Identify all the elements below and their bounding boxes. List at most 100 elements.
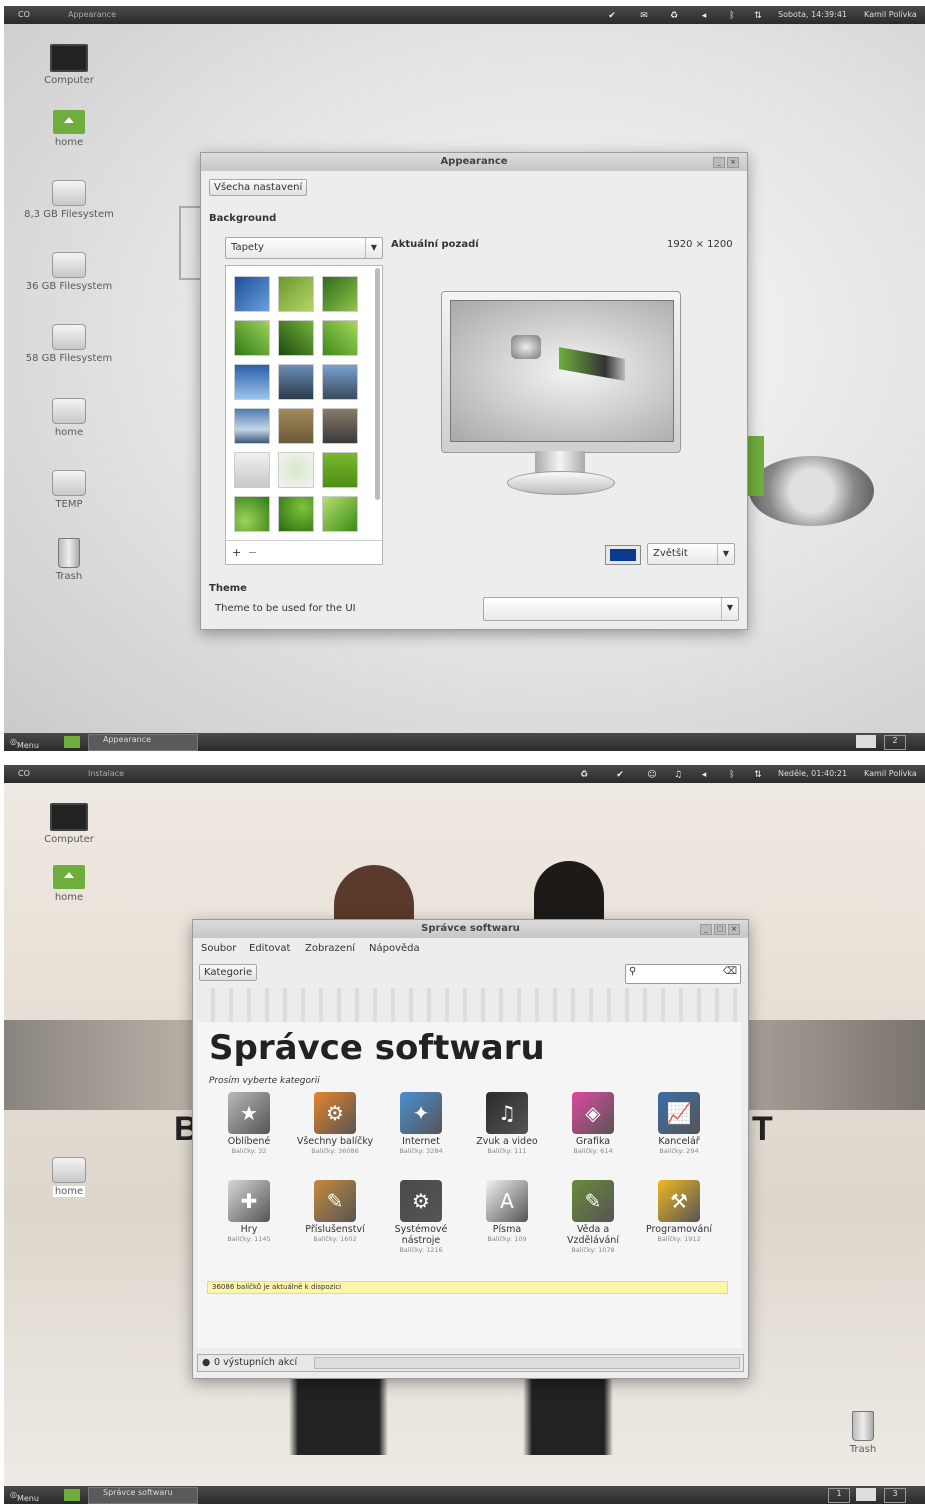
theme-combo[interactable]: ▼ xyxy=(483,597,739,621)
clock[interactable]: Sobota, 14:39:41 xyxy=(778,10,847,19)
network-icon[interactable]: ⇅ xyxy=(752,10,764,22)
user-menu[interactable]: Kamil Polívka xyxy=(864,10,917,19)
bluetooth-icon[interactable]: ᛒ xyxy=(726,10,738,22)
wallpaper-thumb[interactable] xyxy=(322,408,358,444)
show-desktop-icon[interactable] xyxy=(64,736,80,748)
taskbar-item-software-manager[interactable]: Správce softwaru xyxy=(88,1487,198,1504)
menu-zobrazeni[interactable]: Zobrazení xyxy=(305,943,355,954)
window-titlebar[interactable]: Správce softwaru _ □ × xyxy=(193,920,748,938)
category-name: Systémové nástroje xyxy=(394,1224,448,1246)
workspace-2[interactable]: 2 xyxy=(884,735,906,750)
desktop-icon-temp[interactable]: TEMP xyxy=(24,470,114,510)
menu-editovat[interactable]: Editovat xyxy=(249,943,290,954)
panel-logo[interactable]: CO xyxy=(18,10,30,19)
thumbnail-scrollbar[interactable] xyxy=(375,268,380,500)
wallpaper-thumb[interactable] xyxy=(234,364,270,400)
menu-soubor[interactable]: Soubor xyxy=(201,943,236,954)
desktop-icon-filesystem-36gb[interactable]: 36 GB Filesystem xyxy=(24,252,114,292)
clear-search-icon[interactable]: ⌫ xyxy=(723,966,737,977)
desktop-icon-filesystem-8gb[interactable]: 8,3 GB Filesystem xyxy=(24,180,114,220)
workspace-3[interactable]: 3 xyxy=(884,1488,906,1503)
color-swatch-button[interactable] xyxy=(605,545,641,565)
category-prislusenstvi[interactable]: ✎ Příslušenství Balíčky: 1602 xyxy=(295,1180,375,1244)
shield-icon[interactable]: ✔ xyxy=(614,769,626,781)
wallpaper-thumb[interactable] xyxy=(322,320,358,356)
wallpaper-thumb[interactable] xyxy=(278,496,314,532)
wallpaper-thumb[interactable] xyxy=(278,364,314,400)
wallpaper-thumb[interactable] xyxy=(234,408,270,444)
wallpaper-thumb[interactable] xyxy=(322,452,358,488)
menu-button[interactable]: ◎ Menu xyxy=(10,737,39,750)
status-text[interactable]: 0 výstupních akcí xyxy=(214,1357,297,1368)
wallpaper-thumb[interactable] xyxy=(278,320,314,356)
close-button[interactable]: × xyxy=(727,157,739,168)
desktop-icon-home[interactable]: home xyxy=(24,110,114,148)
taskbar-item-appearance[interactable]: Appearance xyxy=(88,734,198,751)
wallpaper-thumb[interactable] xyxy=(278,452,314,488)
category-hry[interactable]: ✚ Hry Balíčky: 1145 xyxy=(209,1180,289,1244)
wallpaper-thumb[interactable] xyxy=(322,496,358,532)
window-titlebar[interactable]: Appearance _ × xyxy=(201,153,747,171)
desktop-icon-trash[interactable]: Trash xyxy=(24,538,114,582)
menu-button[interactable]: ◎ Menu xyxy=(10,1490,39,1503)
network-icon[interactable]: ⇅ xyxy=(752,769,764,781)
desktop-icon-home[interactable]: home xyxy=(24,865,114,903)
remove-wallpaper-button[interactable]: − xyxy=(248,546,257,559)
updates-icon[interactable]: ♻ xyxy=(578,769,590,781)
volume-icon[interactable]: ◂ xyxy=(698,10,710,22)
zoom-combo[interactable]: Zvětšit ▼ xyxy=(647,543,735,565)
workspace-1[interactable]: 1 xyxy=(856,735,876,748)
maximize-button[interactable]: □ xyxy=(714,924,726,935)
wallpaper-thumb[interactable] xyxy=(234,452,270,488)
wallpaper-thumb[interactable] xyxy=(234,320,270,356)
search-input[interactable] xyxy=(642,966,726,982)
category-zvuk-a-video[interactable]: ♫ Zvuk a video Balíčky: 111 xyxy=(467,1092,547,1156)
mail-icon[interactable]: ✉ xyxy=(638,10,650,22)
category-kancelar[interactable]: 📈 Kancelář Balíčky: 294 xyxy=(639,1092,719,1156)
add-wallpaper-button[interactable]: + xyxy=(232,546,241,559)
user-menu[interactable]: Kamil Polívka xyxy=(864,769,917,778)
wallpaper-thumb[interactable] xyxy=(322,364,358,400)
desktop-icon-trash[interactable]: Trash xyxy=(818,1411,908,1455)
wallpaper-thumb[interactable] xyxy=(278,276,314,312)
chat-icon[interactable]: ☺ xyxy=(646,769,658,781)
category-programovani[interactable]: ⚒ Programování Balíčky: 1912 xyxy=(639,1180,719,1244)
category-pisma[interactable]: A Písma Balíčky: 109 xyxy=(467,1180,547,1244)
category-systemove-nastroje[interactable]: ⚙ Systémové nástroje Balíčky: 1216 xyxy=(381,1180,461,1255)
desktop-icon-computer[interactable]: Computer xyxy=(24,803,114,845)
search-field[interactable]: ⚲ ⌫ xyxy=(625,964,741,984)
panel-app-launcher[interactable]: Instalace xyxy=(88,769,124,778)
shield-icon[interactable]: ✔ xyxy=(606,10,618,22)
volume-icon[interactable]: ◂ xyxy=(698,769,710,781)
minimize-button[interactable]: _ xyxy=(700,924,712,935)
panel-logo[interactable]: CO xyxy=(18,769,30,778)
home-folder-icon xyxy=(53,865,85,889)
categories-button[interactable]: Kategorie xyxy=(199,964,258,981)
desktop-icon-filesystem-58gb[interactable]: 58 GB Filesystem xyxy=(24,324,114,364)
workspace-1[interactable]: 1 xyxy=(828,1488,850,1503)
workspace-2[interactable]: 2 xyxy=(856,1488,876,1501)
show-desktop-icon[interactable] xyxy=(64,1489,80,1501)
wallpaper-thumb[interactable] xyxy=(234,276,270,312)
category-veda-a-vzdelavani[interactable]: ✎ Věda a Vzdělávání Balíčky: 1078 xyxy=(553,1180,633,1255)
close-button[interactable]: × xyxy=(728,924,740,935)
desktop-icon-home-drive[interactable]: home xyxy=(24,1157,114,1197)
updates-icon[interactable]: ♻ xyxy=(668,10,680,22)
all-settings-button[interactable]: Všecha nastavení xyxy=(209,179,308,196)
music-icon[interactable]: ♫ xyxy=(672,769,684,781)
desktop-icon-computer[interactable]: Computer xyxy=(24,44,114,86)
wallpaper-source-combo[interactable]: Tapety ▼ xyxy=(225,237,383,259)
bluetooth-icon[interactable]: ᛒ xyxy=(726,769,738,781)
wallpaper-thumb[interactable] xyxy=(234,496,270,532)
clock[interactable]: Neděle, 01:40:21 xyxy=(778,769,847,778)
category-oblibene[interactable]: ★ Oblíbené Balíčky: 32 xyxy=(209,1092,289,1156)
wallpaper-thumb[interactable] xyxy=(278,408,314,444)
minimize-button[interactable]: _ xyxy=(713,157,725,168)
wallpaper-thumb[interactable] xyxy=(322,276,358,312)
category-internet[interactable]: ✦ Internet Balíčky: 3284 xyxy=(381,1092,461,1156)
panel-app-launcher[interactable]: Appearance xyxy=(68,10,116,19)
category-grafika[interactable]: ◈ Grafika Balíčky: 614 xyxy=(553,1092,633,1156)
desktop-icon-home-drive[interactable]: home xyxy=(24,398,114,438)
menu-napoveda[interactable]: Nápověda xyxy=(369,943,420,954)
category-vsechny-balicky[interactable]: ⚙ Všechny balíčky Balíčky: 36086 xyxy=(295,1092,375,1156)
